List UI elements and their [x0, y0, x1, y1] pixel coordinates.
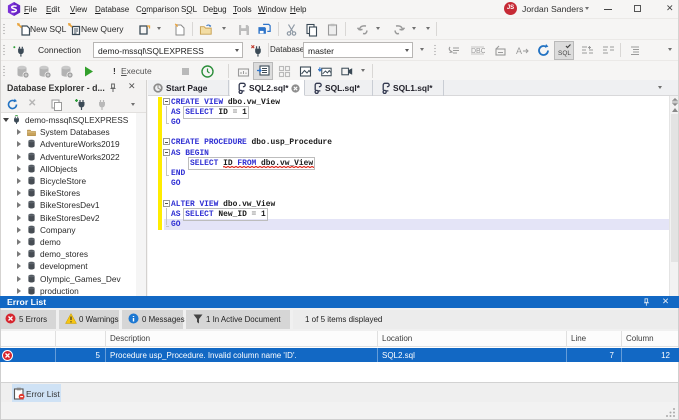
svg-text:A: A [516, 46, 522, 56]
svg-text:SQL: SQL [558, 50, 571, 57]
